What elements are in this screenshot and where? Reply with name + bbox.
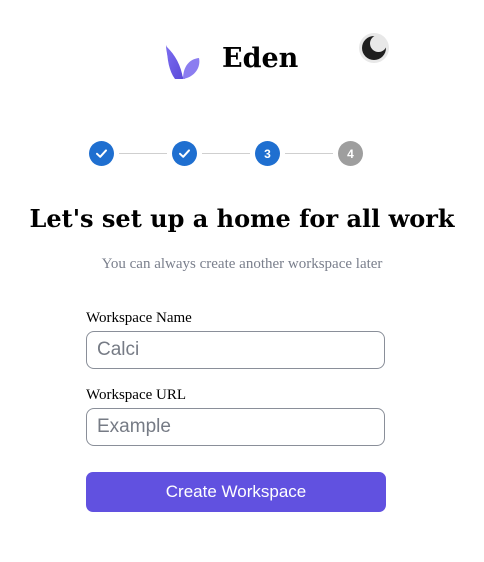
create-workspace-button[interactable]: Create Workspace (86, 472, 386, 512)
check-icon (179, 149, 190, 158)
stepper-connector (202, 153, 250, 154)
brand-name: Eden (222, 43, 299, 74)
workspace-name-label: Workspace Name (86, 310, 192, 326)
step-1-complete (89, 141, 114, 166)
workspace-url-label: Workspace URL (86, 387, 187, 403)
step-4-pending: 4 (338, 141, 363, 166)
workspace-name-input[interactable] (86, 331, 385, 369)
page-subtitle: You can always create another workspace … (101, 256, 383, 272)
stepper-connector (285, 153, 333, 154)
moon-icon[interactable] (358, 32, 390, 64)
stepper-connector (119, 153, 167, 154)
eden-logo-icon (166, 45, 200, 79)
step-2-complete (172, 141, 197, 166)
workspace-url-input[interactable] (86, 408, 385, 446)
step-3-current: 3 (255, 141, 280, 166)
onboarding-page: Eden 3 4 Let's set up a home for all wor… (0, 0, 484, 562)
progress-stepper: 3 4 (89, 141, 365, 167)
check-icon (96, 149, 107, 158)
page-title: Let's set up a home for all work (29, 204, 455, 233)
